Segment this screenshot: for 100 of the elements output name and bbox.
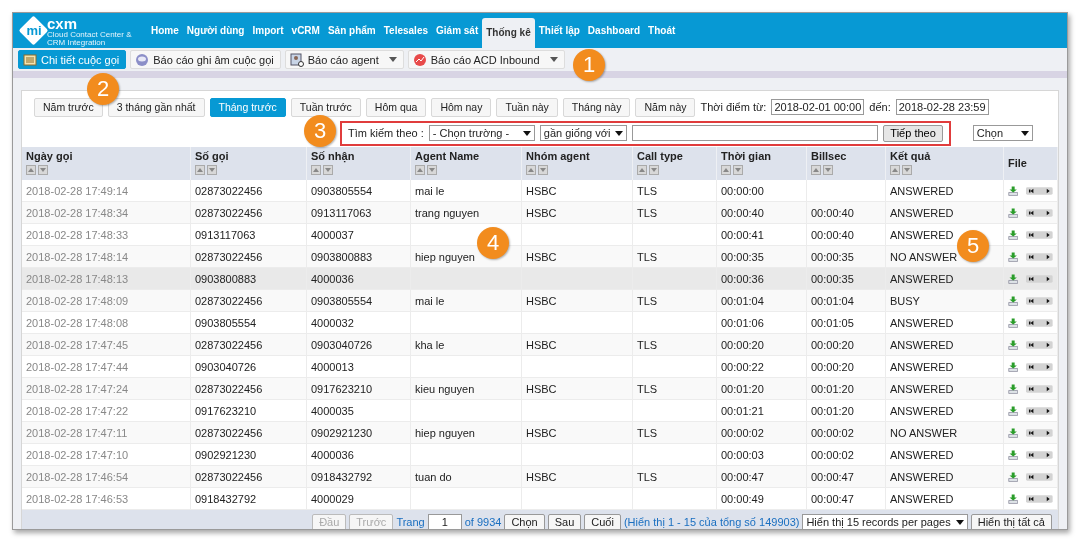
- table-cell: HSBC: [526, 184, 557, 197]
- table-cell: 0903040726: [311, 338, 373, 351]
- table-row[interactable]: 2018-02-28 17:48:13 0903800883 4000036 00:00:36 00:00:35 ANSWERED: [22, 267, 1058, 290]
- table-cell: 00:00:20: [811, 360, 854, 373]
- table-cell: 00:01:20: [721, 382, 764, 395]
- table-cell: 0917623210: [195, 404, 257, 417]
- date-range-button[interactable]: Tuần trước: [290, 97, 361, 117]
- page-count: of 9934: [464, 516, 502, 528]
- date-range-button[interactable]: Hôm qua: [365, 97, 427, 117]
- table-cell: 02873022456: [195, 206, 263, 219]
- table-cell: 02873022456: [195, 382, 263, 395]
- page-size-select[interactable]: Hiển thị 15 records per pages: [802, 514, 968, 529]
- table-cell: 0903805554: [195, 316, 257, 329]
- table-cell: 0918432792: [195, 492, 257, 505]
- go-button[interactable]: Chọn: [504, 513, 545, 529]
- action-select[interactable]: Chọn: [972, 125, 1033, 141]
- table-cell: 2018-02-28 17:48:33: [26, 228, 129, 241]
- date-range-button[interactable]: Hôm nay: [431, 97, 492, 117]
- record-summary: (Hiển thị 1 - 15 của tổng số 149903): [623, 516, 800, 528]
- table-cell: ANSWERED: [890, 404, 954, 417]
- table-cell: 0913117063: [195, 228, 256, 241]
- table-cell: 0903805554: [311, 294, 373, 307]
- sort-ascending-icon: [721, 165, 731, 175]
- show-all-button[interactable]: Hiển thị tất cả: [970, 513, 1052, 529]
- table-cell: 00:00:02: [811, 426, 854, 439]
- report-button[interactable]: Báo cáo agent: [284, 50, 404, 69]
- table-cell: 0913117063: [311, 206, 372, 219]
- sort-descending-icon: [207, 165, 217, 175]
- person-report-icon: [289, 52, 304, 67]
- operator-select[interactable]: gần giống với: [539, 125, 628, 141]
- table-cell: 0903800883: [195, 272, 257, 285]
- date-field[interactable]: 2018-02-01 00:00: [771, 99, 865, 115]
- table-cell: TLS: [637, 206, 658, 219]
- report-button[interactable]: Báo cáo ACD Inbound: [407, 50, 565, 69]
- sort-ascending-icon: [311, 165, 321, 175]
- table-cell: TLS: [637, 426, 658, 439]
- table-row[interactable]: 2018-02-28 17:47:24 02873022456 0917623210 kieu nguyen HSBC TLS 00:01:20 00:01:20 ANSWERED: [22, 377, 1058, 400]
- table-cell: TLS: [637, 470, 658, 483]
- table-row[interactable]: 2018-02-28 17:47:44 0903040726 4000013 00:00:22 00:00:20 ANSWERED: [22, 355, 1058, 378]
- audio-player-icon: [1026, 207, 1053, 218]
- table-row[interactable]: 2018-02-28 17:47:45 02873022456 0903040726 kha le HSBC TLS 00:00:20 00:00:20 ANSWERED: [22, 333, 1058, 356]
- table-cell: kha le: [415, 338, 445, 351]
- nav-tab[interactable]: Thống kê: [482, 18, 535, 48]
- last-page-button[interactable]: Cuối: [584, 513, 621, 529]
- table-cell: 4000013: [311, 360, 354, 373]
- page-field[interactable]: 1: [427, 514, 462, 529]
- table-row[interactable]: 2018-02-28 17:47:11 02873022456 0902921230 hiep nguyen HSBC TLS 00:00:02 00:00:02 NO ANSWER: [22, 421, 1058, 444]
- date-range-button[interactable]: Năm này: [635, 97, 696, 117]
- table-row[interactable]: 2018-02-28 17:48:09 02873022456 0903805554 mai le HSBC TLS 00:01:04 00:01:04 BUSY: [22, 289, 1058, 312]
- table-cell: 0903040726: [195, 360, 257, 373]
- table-cell: 02873022456: [195, 470, 263, 483]
- sort-descending-icon: [733, 165, 743, 175]
- sort-ascending-icon: [526, 165, 536, 175]
- table-cell: 2018-02-28 17:47:10: [26, 448, 129, 461]
- audio-player-icon: [1026, 405, 1053, 416]
- table-row[interactable]: 2018-02-28 17:47:10 0902921230 4000036 00:00:03 00:00:02 ANSWERED: [22, 443, 1058, 466]
- next-page-button[interactable]: Sau: [547, 513, 582, 529]
- table-cell: 0903805554: [311, 184, 373, 197]
- table-cell: 2018-02-28 17:47:45: [26, 338, 129, 351]
- table-cell: HSBC: [526, 294, 557, 307]
- table-row[interactable]: 2018-02-28 17:46:53 0918432792 4000029 00:00:49 00:00:47 ANSWERED: [22, 487, 1058, 510]
- table-cell: TLS: [637, 338, 658, 351]
- sort-ascending-icon: [415, 165, 425, 175]
- search-label: Tìm kiếm theo :: [348, 127, 424, 139]
- date-range-button[interactable]: Tuần này: [496, 97, 558, 117]
- table-row[interactable]: 2018-02-28 17:48:34 02873022456 0913117063 trang nguyen HSBC TLS 00:00:40 00:00:40 ANSWERED: [22, 201, 1058, 224]
- next-button[interactable]: Tiếp theo: [883, 124, 943, 142]
- caret-icon: [615, 130, 624, 136]
- table-row[interactable]: 2018-02-28 17:49:14 02873022456 0903805554 mai le HSBC TLS 00:00:00 ANSWERED: [22, 180, 1058, 202]
- table-cell: HSBC: [526, 426, 557, 439]
- table-cell: 2018-02-28 17:47:24: [26, 382, 129, 395]
- table-row[interactable]: 2018-02-28 17:48:08 0903805554 4000032 00:01:06 00:01:05 ANSWERED: [22, 311, 1058, 334]
- report-button[interactable]: Báo cáo ghi âm cuộc gọi: [130, 50, 281, 69]
- table-cell: 00:00:03: [721, 448, 764, 461]
- audio-player-icon: [1026, 229, 1053, 240]
- table-cell: 00:00:47: [811, 470, 854, 483]
- grid-icon: [23, 52, 37, 67]
- sort-descending-icon: [823, 165, 833, 175]
- date-range-button[interactable]: 3 tháng gần nhất: [107, 97, 205, 117]
- sort-descending-icon: [323, 165, 333, 175]
- logo-text: mi: [26, 23, 42, 38]
- sort-descending-icon: [38, 165, 48, 175]
- date-range-button[interactable]: Năm trước: [34, 97, 103, 117]
- sort-ascending-icon: [811, 165, 821, 175]
- table-cell: 2018-02-28 17:48:08: [26, 316, 129, 329]
- caret-icon: [955, 519, 964, 525]
- date-range-button[interactable]: Tháng này: [562, 97, 631, 117]
- search-field[interactable]: [632, 125, 879, 141]
- table-cell: 00:00:41: [721, 228, 764, 241]
- table-cell: ANSWERED: [890, 228, 954, 241]
- date-field[interactable]: 2018-02-28 23:59: [895, 99, 989, 115]
- table-cell: 4000036: [311, 448, 354, 461]
- table-row[interactable]: 2018-02-28 17:46:54 02873022456 0918432792 tuan do HSBC TLS 00:00:47 00:00:47 ANSWERED: [22, 465, 1058, 488]
- field-select[interactable]: - Chọn trường -: [428, 125, 535, 141]
- table-cell: hiep nguyen: [415, 426, 475, 439]
- table-row[interactable]: 2018-02-28 17:47:22 0917623210 4000035 00:01:21 00:01:20 ANSWERED: [22, 399, 1058, 422]
- table-cell: ANSWERED: [890, 470, 954, 483]
- table-cell: 2018-02-28 17:47:11: [26, 426, 128, 439]
- audio-player-icon: [1026, 339, 1053, 350]
- table-cell: 00:00:47: [811, 492, 854, 505]
